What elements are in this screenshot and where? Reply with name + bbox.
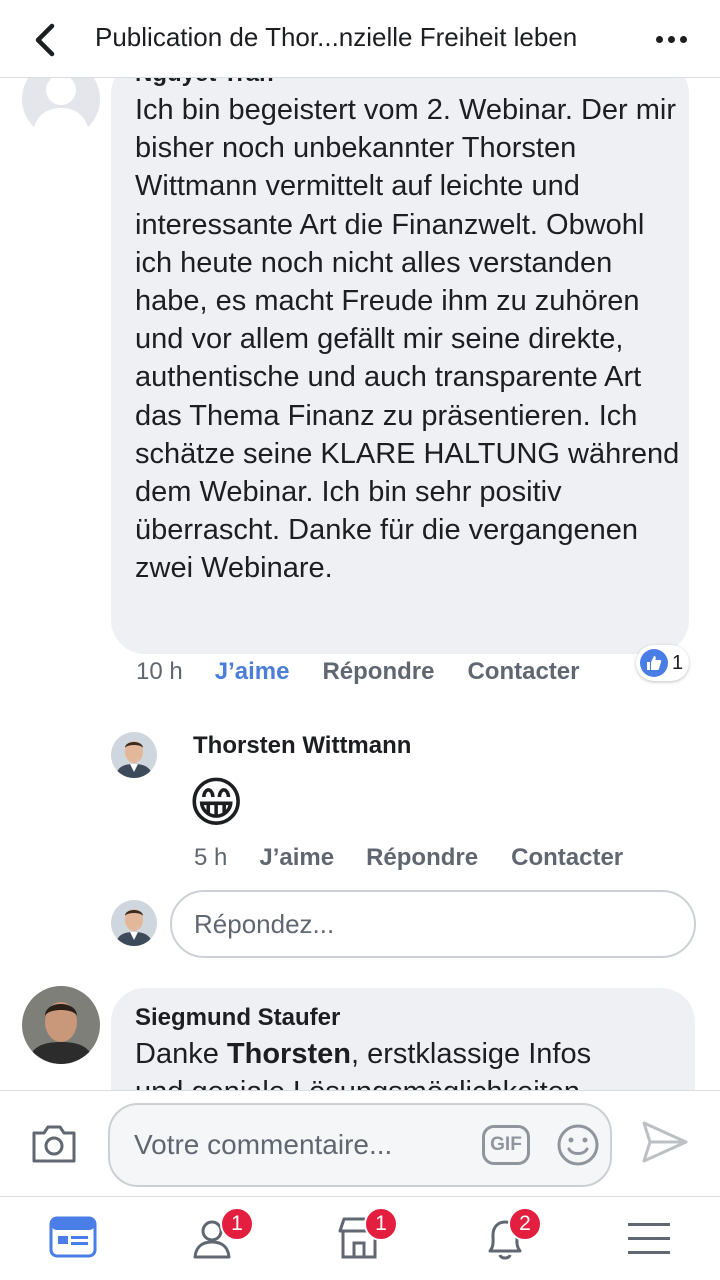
- marketplace-badge: 1: [364, 1207, 398, 1241]
- marketplace-icon[interactable]: 1: [334, 1207, 398, 1263]
- comment-bubble: Siegmund Staufer Danke Thorsten, erstkla…: [111, 988, 695, 1090]
- reply-input[interactable]: Répondez...: [170, 890, 696, 958]
- top-bar: Publication de Thor...nzielle Freiheit l…: [0, 0, 720, 78]
- comment-text-prefix: Danke: [135, 1038, 227, 1070]
- send-icon[interactable]: [640, 1119, 690, 1165]
- default-avatar[interactable]: [22, 78, 100, 138]
- current-user-avatar: [111, 900, 157, 946]
- comment-text: Danke Thorsten, erstklassige Infos und ge…: [135, 1035, 687, 1090]
- grinning-emoji: 😁: [188, 773, 245, 833]
- comments-feed[interactable]: Nguyet Tran Ich bin begeistert vom 2. We…: [0, 78, 720, 1090]
- menu-hamburger-icon[interactable]: [624, 1213, 674, 1263]
- more-options-icon[interactable]: [656, 24, 696, 54]
- news-feed-icon[interactable]: [48, 1213, 98, 1263]
- reaction-badge[interactable]: 1: [636, 645, 690, 681]
- reply-button[interactable]: Répondre: [322, 658, 434, 686]
- notifications-bell-icon[interactable]: 2: [480, 1207, 542, 1263]
- reaction-count: 1: [672, 651, 684, 674]
- contact-button[interactable]: Contacter: [467, 658, 579, 686]
- comment-placeholder: Votre commentaire...: [134, 1129, 393, 1160]
- reply-placeholder: Répondez...: [194, 908, 335, 939]
- page-title: Publication de Thor...nzielle Freiheit l…: [95, 22, 578, 52]
- comment-actions: 5 h J’aime Répondre Contacter: [194, 844, 623, 872]
- gif-button[interactable]: GIF: [482, 1125, 530, 1165]
- comment-actions: 10 h J’aime Répondre Contacter: [136, 658, 579, 686]
- user-avatar[interactable]: [111, 732, 157, 778]
- comment-text-suffix: , erstklassige Infos: [350, 1038, 592, 1070]
- comment-time[interactable]: 10 h: [136, 658, 183, 686]
- notifications-badge: 2: [508, 1207, 542, 1241]
- comment-time[interactable]: 5 h: [194, 844, 227, 872]
- comment-author[interactable]: Siegmund Staufer: [135, 1004, 340, 1032]
- friends-badge: 1: [220, 1207, 254, 1241]
- reply-button[interactable]: Répondre: [366, 844, 478, 872]
- smiley-icon[interactable]: [556, 1123, 600, 1167]
- user-avatar[interactable]: [22, 986, 100, 1064]
- like-button[interactable]: J’aime: [215, 658, 290, 686]
- bottom-tab-bar: 1 1 2: [0, 1196, 720, 1280]
- comment-composer: Votre commentaire... GIF: [0, 1090, 720, 1196]
- thumbs-up-icon: [640, 649, 668, 677]
- comment-text: Ich bin begeistert vom 2. Webinar. Der m…: [135, 94, 680, 585]
- friends-icon[interactable]: 1: [190, 1207, 254, 1263]
- camera-icon[interactable]: [30, 1121, 78, 1165]
- comment-author[interactable]: Nguyet Tran: [135, 78, 274, 88]
- contact-button[interactable]: Contacter: [511, 844, 623, 872]
- comment-input[interactable]: Votre commentaire... GIF: [108, 1103, 612, 1187]
- comment-bubble: Nguyet Tran Ich bin begeistert vom 2. We…: [111, 78, 689, 654]
- like-button[interactable]: J’aime: [259, 844, 334, 872]
- mention-name[interactable]: Thorsten: [227, 1038, 351, 1070]
- back-arrow-icon[interactable]: [28, 20, 64, 60]
- comment-text-line2: und geniale Lösungsmöglichkeiten: [135, 1076, 580, 1090]
- comment-author[interactable]: Thorsten Wittmann: [193, 732, 411, 760]
